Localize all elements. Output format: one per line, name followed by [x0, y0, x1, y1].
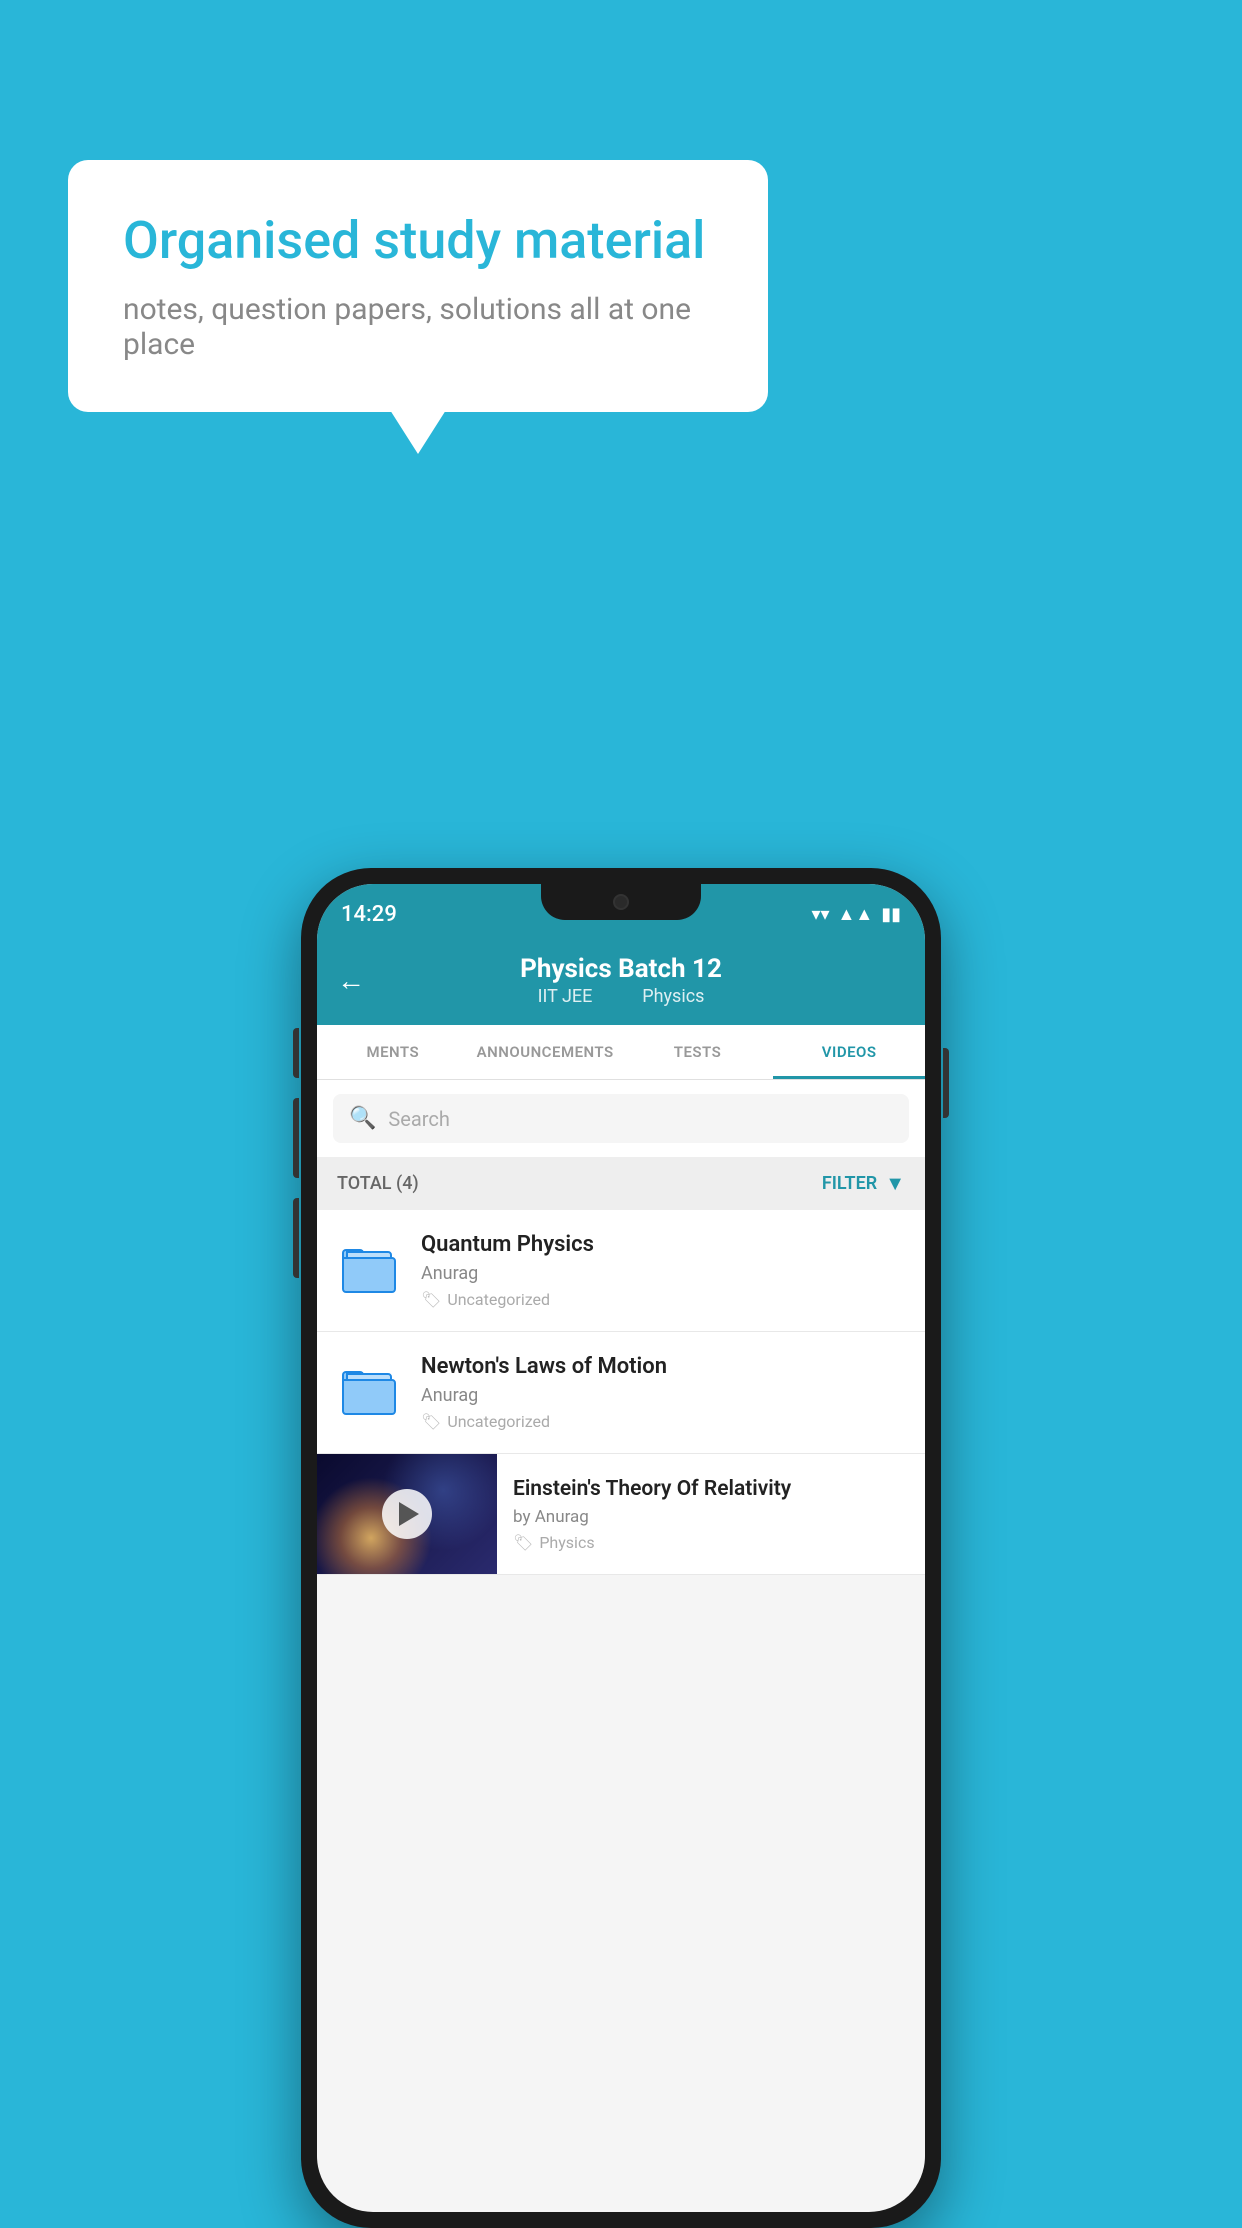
- item-tag-label: Uncategorized: [447, 1290, 550, 1309]
- phone-notch: [541, 884, 701, 920]
- phone-screen: 14:29 ▾▾ ▲▲ ▮▮ ← Physics Batch 12 IIT JE…: [317, 884, 925, 2212]
- tag-icon: 🏷: [513, 1533, 533, 1552]
- filter-funnel-icon: ▼: [885, 1171, 905, 1196]
- front-camera: [613, 894, 629, 910]
- folder-icon: [342, 1371, 396, 1415]
- video-item-tag: 🏷 Physics: [513, 1533, 889, 1552]
- tab-ments[interactable]: MENTS: [317, 1025, 469, 1079]
- list-item-video[interactable]: Einstein's Theory Of Relativity by Anura…: [317, 1454, 925, 1575]
- play-button[interactable]: [382, 1489, 432, 1539]
- item-author: Anurag: [421, 1385, 905, 1406]
- item-content: Newton's Laws of Motion Anurag 🏷 Uncateg…: [421, 1354, 905, 1431]
- video-item-content: Einstein's Theory Of Relativity by Anura…: [497, 1461, 905, 1568]
- silent-button[interactable]: [293, 1198, 299, 1278]
- search-input[interactable]: Search: [388, 1107, 449, 1131]
- video-thumbnail: [317, 1454, 497, 1574]
- filter-button[interactable]: FILTER ▼: [822, 1171, 905, 1196]
- battery-icon: ▮▮: [881, 904, 901, 925]
- total-count: TOTAL (4): [337, 1173, 419, 1194]
- status-time: 14:29: [341, 902, 397, 927]
- video-item-title: Einstein's Theory Of Relativity: [513, 1477, 889, 1501]
- volume-up-button[interactable]: [293, 1028, 299, 1078]
- speech-bubble: Organised study material notes, question…: [68, 160, 768, 412]
- signal-icon: ▲▲: [838, 904, 874, 925]
- speech-bubble-container: Organised study material notes, question…: [68, 160, 768, 412]
- speech-bubble-title: Organised study material: [123, 210, 713, 272]
- folder-icon: [342, 1249, 396, 1293]
- tab-tests[interactable]: TESTS: [622, 1025, 774, 1079]
- header-subtitle-part2: Physics: [642, 986, 704, 1007]
- header-subtitle-part1: IIT JEE: [538, 986, 593, 1007]
- status-icons: ▾▾ ▲▲ ▮▮: [811, 904, 901, 925]
- search-bar[interactable]: 🔍 Search: [333, 1094, 909, 1143]
- header-content: Physics Batch 12 IIT JEE Physics: [520, 954, 722, 1007]
- header-subtitle-separator: [613, 986, 626, 1007]
- item-content: Quantum Physics Anurag 🏷 Uncategorized: [421, 1232, 905, 1309]
- item-title: Quantum Physics: [421, 1232, 905, 1257]
- power-button[interactable]: [943, 1048, 949, 1118]
- search-container: 🔍 Search: [317, 1080, 925, 1157]
- list-item[interactable]: Newton's Laws of Motion Anurag 🏷 Uncateg…: [317, 1332, 925, 1454]
- video-item-tag-label: Physics: [539, 1533, 594, 1552]
- video-item-author: by Anurag: [513, 1507, 889, 1527]
- item-tag-label: Uncategorized: [447, 1412, 550, 1431]
- item-icon-wrap: [337, 1361, 401, 1425]
- tag-icon: 🏷: [421, 1290, 441, 1309]
- header-title: Physics Batch 12: [520, 954, 722, 984]
- header-subtitle: IIT JEE Physics: [520, 986, 722, 1007]
- tab-videos[interactable]: VIDEOS: [773, 1025, 925, 1079]
- item-tag: 🏷 Uncategorized: [421, 1412, 905, 1431]
- item-title: Newton's Laws of Motion: [421, 1354, 905, 1379]
- speech-bubble-subtitle: notes, question papers, solutions all at…: [123, 292, 713, 362]
- list-container: Quantum Physics Anurag 🏷 Uncategorized: [317, 1210, 925, 1575]
- back-button[interactable]: ←: [337, 964, 365, 997]
- wifi-icon: ▾▾: [811, 904, 829, 925]
- volume-down-button[interactable]: [293, 1098, 299, 1178]
- filter-bar: TOTAL (4) FILTER ▼: [317, 1157, 925, 1210]
- filter-label: FILTER: [822, 1173, 877, 1194]
- app-header: ← Physics Batch 12 IIT JEE Physics: [317, 936, 925, 1025]
- play-icon: [399, 1502, 419, 1526]
- tabs-container: MENTS ANNOUNCEMENTS TESTS VIDEOS: [317, 1025, 925, 1080]
- search-icon: 🔍: [349, 1106, 376, 1131]
- item-icon-wrap: [337, 1239, 401, 1303]
- item-author: Anurag: [421, 1263, 905, 1284]
- tag-icon: 🏷: [421, 1412, 441, 1431]
- tab-announcements[interactable]: ANNOUNCEMENTS: [469, 1025, 622, 1079]
- item-tag: 🏷 Uncategorized: [421, 1290, 905, 1309]
- phone-frame: 14:29 ▾▾ ▲▲ ▮▮ ← Physics Batch 12 IIT JE…: [301, 868, 941, 2228]
- list-item[interactable]: Quantum Physics Anurag 🏷 Uncategorized: [317, 1210, 925, 1332]
